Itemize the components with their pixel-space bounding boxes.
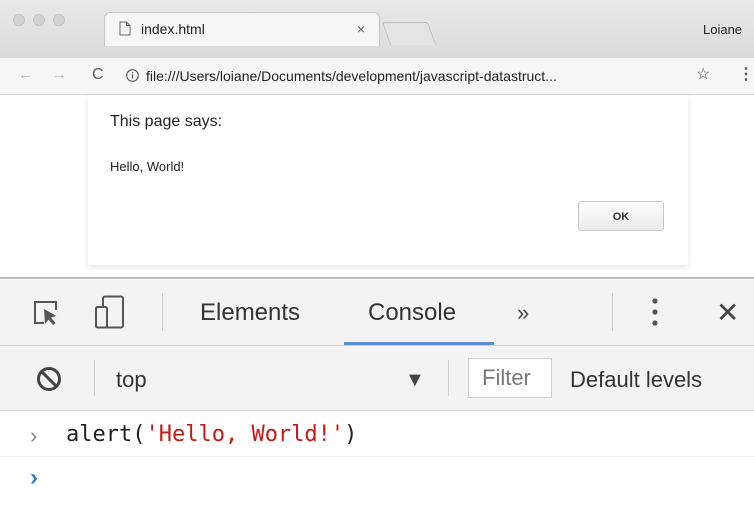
tab-close-icon[interactable]: × — [357, 20, 365, 38]
new-tab-button[interactable] — [381, 22, 437, 45]
dialog-message: Hello, World! — [110, 159, 185, 174]
active-prompt-icon: › — [30, 464, 38, 491]
toolbar-divider — [162, 293, 163, 331]
browser-window: index.html × Loiane ← → C file:///Users/… — [0, 0, 754, 510]
page-content: This page says: Hello, World! OK — [0, 95, 754, 277]
close-window-button[interactable] — [13, 14, 25, 26]
devtools-menu-icon[interactable] — [652, 297, 658, 327]
tab-console[interactable]: Console — [368, 298, 456, 328]
url-text[interactable]: file:///Users/loiane/Documents/developme… — [146, 67, 557, 85]
console-prompt-line[interactable]: › — [0, 457, 754, 503]
console-entry: › alert('Hello, World!') — [0, 411, 754, 457]
context-dropdown-icon[interactable]: ▼ — [405, 366, 425, 394]
close-devtools-icon[interactable]: ✕ — [716, 298, 739, 328]
code-string: 'Hello, World!' — [145, 422, 345, 447]
active-tab-indicator — [344, 342, 494, 345]
browser-menu-icon[interactable]: ⋮ — [738, 64, 754, 86]
browser-tab[interactable]: index.html × — [104, 12, 380, 46]
filter-divider — [448, 360, 449, 396]
console-output: › alert('Hello, World!') › — [0, 411, 754, 510]
more-tabs-icon[interactable]: » — [517, 298, 529, 328]
zoom-window-button[interactable] — [53, 14, 65, 26]
minimize-window-button[interactable] — [33, 14, 45, 26]
inspect-element-icon[interactable] — [32, 299, 60, 327]
code-close: ) — [344, 422, 358, 447]
tab-title: index.html — [141, 21, 205, 37]
forward-icon[interactable]: → — [52, 65, 67, 85]
reload-icon[interactable]: C — [92, 64, 104, 86]
context-selector[interactable]: top — [116, 366, 147, 394]
clear-console-icon[interactable] — [36, 366, 62, 392]
devtools-toolbar: Elements Console » ✕ — [0, 279, 754, 346]
log-levels-dropdown[interactable]: Default levels — [570, 366, 702, 394]
back-icon[interactable]: ← — [18, 65, 33, 85]
device-toolbar-icon[interactable] — [94, 295, 126, 329]
input-prompt-icon: › — [30, 423, 38, 448]
toolbar-divider — [612, 293, 613, 331]
profile-name[interactable]: Loiane — [703, 22, 742, 37]
tab-elements[interactable]: Elements — [200, 298, 300, 328]
info-icon[interactable] — [126, 69, 139, 82]
document-icon — [119, 21, 131, 36]
ok-button[interactable]: OK — [578, 201, 664, 231]
code-call: alert( — [66, 422, 146, 447]
bookmark-star-icon[interactable]: ☆ — [696, 65, 710, 85]
title-bar: index.html × Loiane — [0, 0, 754, 59]
browser-toolbar: ← → C file:///Users/loiane/Documents/dev… — [0, 58, 754, 95]
address-bar[interactable]: file:///Users/loiane/Documents/developme… — [118, 62, 690, 90]
filter-input[interactable]: Filter — [468, 358, 552, 398]
dialog-title: This page says: — [110, 113, 223, 130]
filter-divider — [94, 360, 95, 396]
alert-dialog: This page says: Hello, World! OK — [88, 95, 688, 265]
console-filter-bar: top ▼ Filter Default levels — [0, 346, 754, 411]
console-command: alert('Hello, World!') — [66, 421, 357, 449]
